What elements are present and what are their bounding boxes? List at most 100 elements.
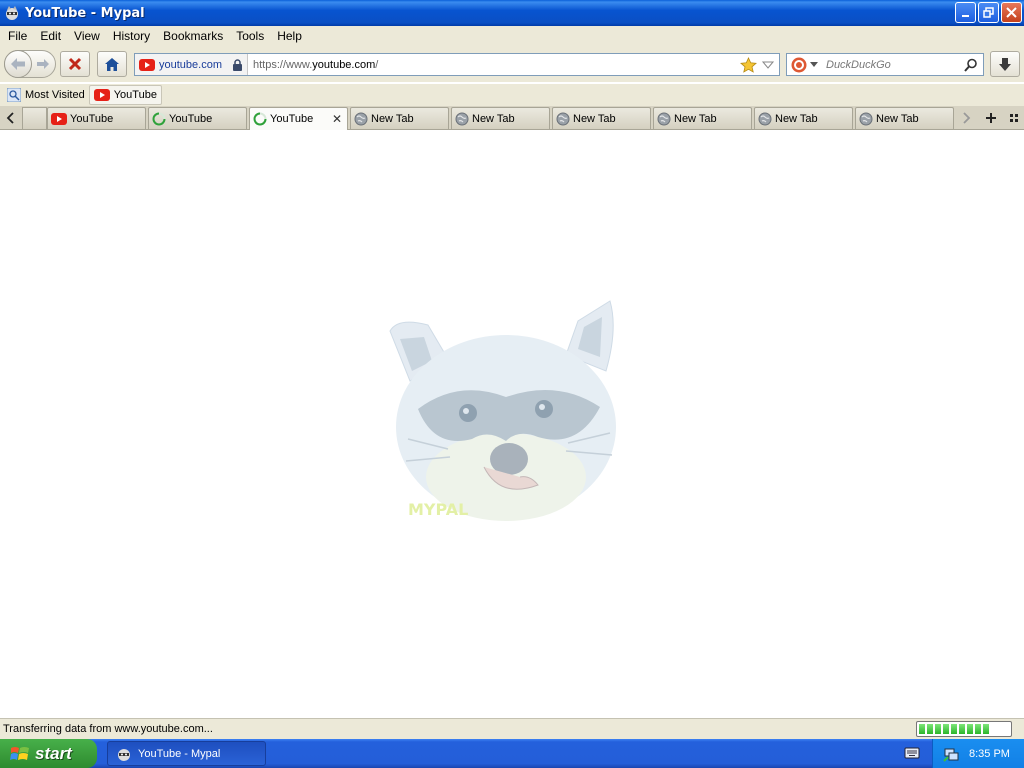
page-load-progress — [916, 721, 1012, 737]
start-button[interactable]: start — [0, 739, 97, 768]
forward-button[interactable] — [32, 58, 54, 70]
site-identity-button[interactable]: youtube.com — [135, 54, 248, 75]
tab-label: YouTube — [169, 112, 213, 125]
tab-label: New Tab — [876, 112, 919, 125]
menu-view[interactable]: View — [69, 29, 108, 43]
new-tab-button[interactable] — [983, 109, 999, 127]
tab-new-2[interactable]: New Tab — [451, 107, 550, 129]
bookmarks-toolbar: Most Visited YouTube — [0, 84, 1024, 106]
chevron-right-icon — [963, 112, 971, 124]
tab-new-3[interactable]: New Tab — [552, 107, 651, 129]
minimize-icon — [961, 14, 969, 17]
search-icon[interactable] — [964, 58, 978, 72]
url-bar[interactable]: youtube.com https://www.youtube.com/ — [134, 53, 780, 76]
bookmark-star-icon[interactable] — [740, 56, 757, 73]
progress-segment — [975, 724, 981, 734]
home-button[interactable] — [97, 51, 127, 77]
chevron-left-icon — [6, 112, 14, 124]
minimize-button[interactable] — [955, 2, 976, 23]
stop-button[interactable] — [60, 51, 90, 77]
downloads-button[interactable] — [990, 51, 1020, 77]
tab-label: YouTube — [270, 113, 314, 125]
duckduckgo-icon[interactable] — [791, 57, 807, 73]
windows-logo-icon — [10, 746, 29, 760]
grid-icon — [1010, 114, 1018, 122]
url-text[interactable]: https://www.youtube.com/ — [248, 59, 740, 71]
system-tray: 8:35 PM — [932, 739, 1024, 768]
tab-youtube-2[interactable]: YouTube — [148, 107, 247, 129]
window-title: YouTube - Mypal — [25, 5, 145, 21]
blank-pinned-tab[interactable] — [22, 107, 47, 129]
lock-icon — [232, 58, 242, 71]
bookmark-label: Most Visited — [25, 89, 85, 101]
restore-icon — [983, 7, 994, 18]
stop-icon — [68, 57, 82, 71]
menu-history[interactable]: History — [108, 29, 158, 43]
back-forward-group — [4, 50, 56, 78]
tab-new-6[interactable]: New Tab — [855, 107, 954, 129]
progress-segment — [919, 724, 925, 734]
bookmark-most-visited[interactable]: Most Visited — [3, 85, 89, 105]
menu-bookmarks[interactable]: Bookmarks — [158, 29, 231, 43]
plus-icon — [986, 113, 996, 123]
url-dropdown-icon[interactable] — [762, 60, 774, 70]
url-prefix: https://www. — [252, 58, 313, 71]
url-host: youtube.com — [312, 58, 376, 71]
close-tab-button[interactable]: ✕ — [332, 112, 342, 126]
keyboard-icon[interactable] — [904, 747, 920, 759]
youtube-icon — [139, 58, 155, 71]
progress-segment — [951, 724, 957, 734]
menu-bar: File Edit View History Bookmarks Tools H… — [0, 26, 1024, 46]
progress-segment — [967, 724, 973, 734]
network-icon[interactable] — [943, 746, 959, 762]
menu-help[interactable]: Help — [272, 29, 310, 43]
raccoon-app-icon — [6, 6, 18, 20]
tab-new-1[interactable]: New Tab — [350, 107, 449, 129]
page-content: MYPAL — [0, 131, 1024, 718]
raccoon-mascot: MYPAL — [389, 300, 616, 521]
progress-segment — [943, 724, 949, 734]
search-bar[interactable]: DuckDuckGo — [786, 53, 984, 76]
menu-tools[interactable]: Tools — [231, 29, 272, 43]
tab-new-4[interactable]: New Tab — [653, 107, 752, 129]
tab-youtube-1[interactable]: YouTube — [47, 107, 146, 129]
progress-segment — [959, 724, 965, 734]
back-button[interactable] — [4, 50, 32, 78]
tab-scroll-left-button[interactable] — [2, 109, 18, 127]
download-arrow-icon — [999, 57, 1011, 71]
status-bar: Transferring data from www.youtube.com..… — [0, 718, 1024, 739]
bookmark-youtube[interactable]: YouTube — [88, 85, 162, 105]
tab-scroll-right-button[interactable] — [959, 109, 975, 127]
tab-youtube-3[interactable]: YouTube ✕ — [249, 107, 348, 130]
close-window-button[interactable] — [1001, 2, 1022, 23]
start-label: start — [35, 743, 72, 763]
mascot-caption: MYPAL — [408, 500, 468, 519]
globe-icon — [354, 112, 368, 125]
tab-new-5[interactable]: New Tab — [754, 107, 853, 129]
url-path: / — [375, 58, 379, 71]
tab-label: New Tab — [472, 112, 515, 125]
raccoon-app-icon — [118, 748, 130, 761]
tab-label: YouTube — [70, 112, 114, 125]
close-icon — [1006, 7, 1017, 18]
search-engine-dropdown-icon[interactable] — [810, 61, 818, 68]
menu-edit[interactable]: Edit — [35, 29, 69, 43]
forward-arrow-icon — [37, 59, 49, 69]
clock: 8:35 PM — [969, 747, 1010, 760]
tab-label: New Tab — [775, 112, 818, 125]
taskbar-item-label: YouTube - Mypal — [138, 747, 221, 760]
progress-segment — [927, 724, 933, 734]
progress-segment — [983, 724, 989, 734]
search-input[interactable]: DuckDuckGo — [826, 59, 964, 71]
most-visited-icon — [7, 88, 21, 102]
globe-icon — [859, 112, 873, 125]
list-all-tabs-button[interactable] — [1006, 109, 1022, 127]
menu-file[interactable]: File — [3, 29, 35, 43]
taskbar-item-mypal[interactable]: YouTube - Mypal — [107, 741, 266, 766]
globe-icon — [758, 112, 772, 125]
restore-button[interactable] — [978, 2, 999, 23]
progress-segment — [935, 724, 941, 734]
identity-label: youtube.com — [159, 58, 222, 71]
tab-label: New Tab — [674, 112, 717, 125]
youtube-icon — [51, 112, 67, 125]
